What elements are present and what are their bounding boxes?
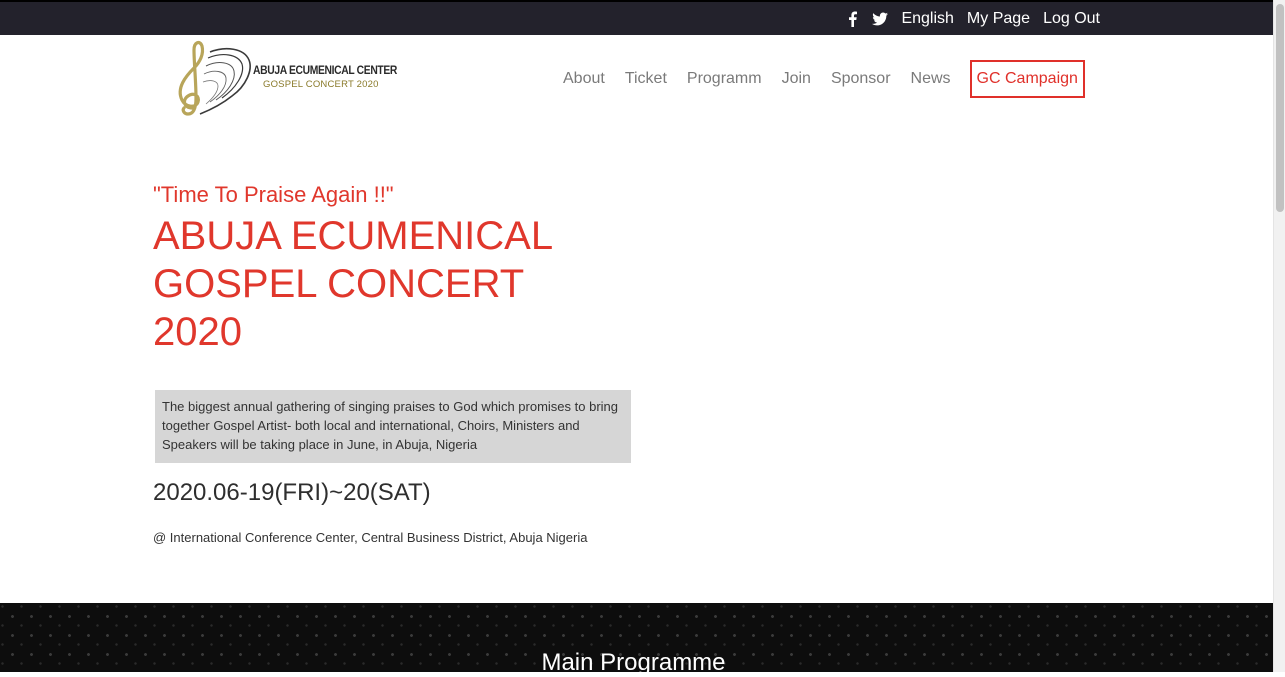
nav-item-about[interactable]: About <box>553 60 615 98</box>
nav-item-programm[interactable]: Programm <box>677 60 772 98</box>
twitter-icon[interactable] <box>872 11 889 27</box>
main-nav: About Ticket Programm Join Sponsor News … <box>553 60 1085 98</box>
logo-line-2: GOSPEL CONCERT 2020 <box>263 79 379 90</box>
top-bar: English My Page Log Out <box>0 0 1273 35</box>
programme-section: Main Programme <box>0 603 1273 676</box>
hero-tagline: "Time To Praise Again !!" <box>153 182 394 207</box>
nav-item-ticket[interactable]: Ticket <box>615 60 677 98</box>
my-page-link[interactable]: My Page <box>967 10 1030 28</box>
scrollbar-thumb[interactable] <box>1276 4 1284 212</box>
nav-item-join[interactable]: Join <box>772 60 821 98</box>
nav-item-news[interactable]: News <box>901 60 961 98</box>
programme-title: Main Programme <box>541 649 726 676</box>
gc-campaign-button[interactable]: GC Campaign <box>969 60 1085 98</box>
event-venue: @ International Conference Center, Centr… <box>153 530 588 545</box>
facebook-icon[interactable] <box>845 11 859 27</box>
language-link[interactable]: English <box>901 10 953 28</box>
hero-description: The biggest annual gathering of singing … <box>155 390 631 463</box>
nav-item-sponsor[interactable]: Sponsor <box>821 60 901 98</box>
hero-section: "Time To Praise Again !!" ABUJA ECUMENIC… <box>153 180 673 356</box>
page-scrollbar[interactable] <box>1273 0 1285 672</box>
log-out-link[interactable]: Log Out <box>1043 10 1100 28</box>
site-logo[interactable]: ABUJA ECUMENICAL CENTER GOSPEL CONCERT 2… <box>170 38 397 118</box>
top-bar-links: English My Page Log Out <box>845 2 1100 35</box>
hero-title: ABUJA ECUMENICAL GOSPEL CONCERT 2020 <box>153 214 552 354</box>
treble-clef-logo-icon <box>178 40 251 116</box>
logo-line-1: ABUJA ECUMENICAL CENTER <box>253 63 398 77</box>
event-date: 2020.06-19(FRI)~20(SAT) <box>153 479 431 506</box>
